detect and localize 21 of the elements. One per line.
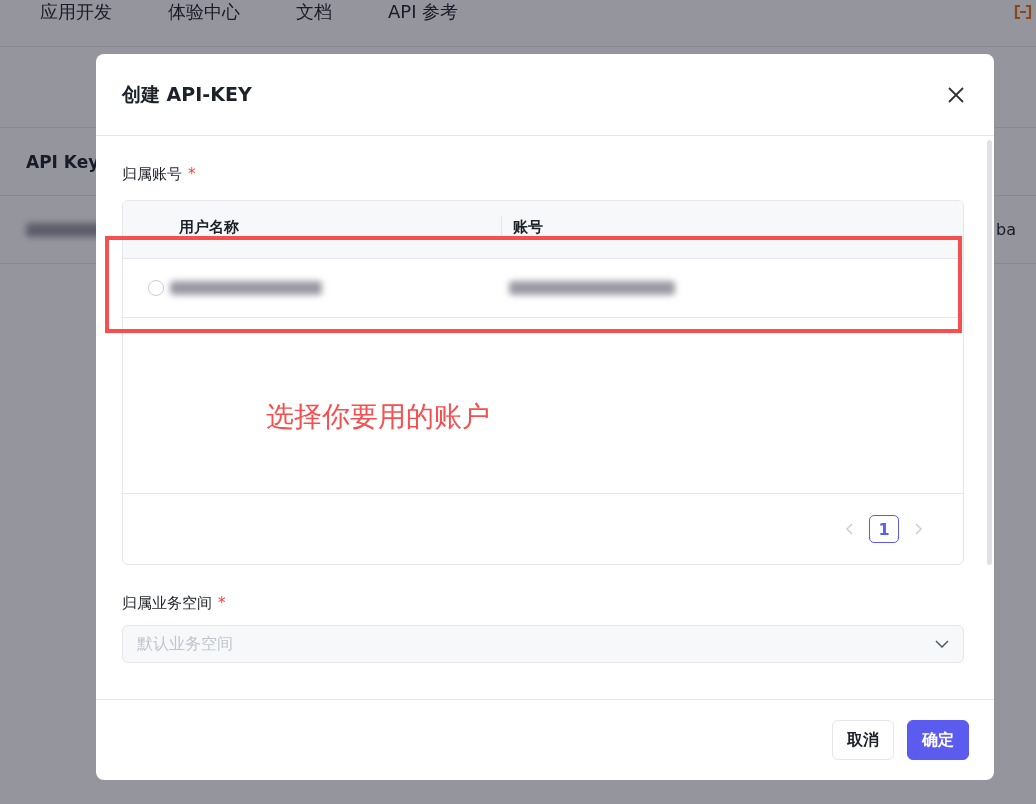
- nav-link[interactable]: 文档: [296, 0, 332, 24]
- next-page-icon[interactable]: [913, 522, 923, 536]
- cancel-button[interactable]: 取消: [832, 720, 894, 760]
- field-label: 归属账号: [122, 164, 182, 184]
- required-mark: *: [218, 594, 226, 612]
- nav-link[interactable]: API 参考: [388, 0, 459, 24]
- nav-link[interactable]: 体验中心: [168, 0, 240, 24]
- page-button[interactable]: 1: [869, 515, 899, 543]
- nav-link[interactable]: 应用开发: [40, 0, 112, 24]
- scrollbar[interactable]: [987, 140, 992, 565]
- dialog-title: 创建 API-KEY: [122, 81, 252, 107]
- column-header: 账号: [501, 216, 963, 238]
- brand-icon: [1014, 4, 1032, 20]
- table-cell: ba: [996, 220, 1016, 239]
- annotation-text: 选择你要用的账户: [266, 399, 490, 435]
- required-mark: *: [188, 165, 196, 183]
- chevron-down-icon: [935, 640, 949, 648]
- field-label: 归属业务空间: [122, 593, 212, 613]
- previous-page-icon[interactable]: [845, 522, 855, 536]
- column-header: 用户名称: [178, 217, 240, 238]
- confirm-button[interactable]: 确定: [907, 720, 969, 760]
